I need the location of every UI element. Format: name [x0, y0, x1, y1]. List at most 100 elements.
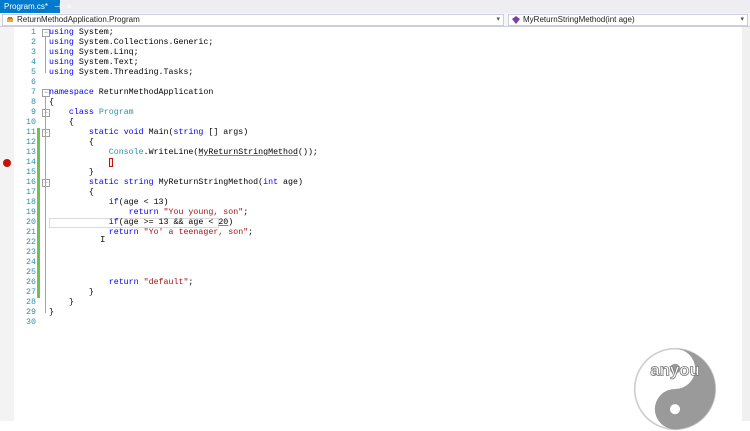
- code-line[interactable]: 1− using System;: [0, 28, 750, 38]
- line-number: 28: [26, 298, 36, 307]
- code-token: }: [49, 298, 74, 307]
- change-marker: [37, 238, 40, 248]
- code-text: using System;: [49, 28, 114, 38]
- change-marker: [37, 158, 40, 168]
- code-editor[interactable]: 1− using System; 2 using System.Collections…: [0, 27, 750, 431]
- code-line[interactable]: 26 return "default";: [0, 278, 750, 288]
- line-number: 12: [26, 138, 36, 147]
- keyword-token: void: [123, 128, 144, 137]
- code-line[interactable]: 10 {: [0, 118, 750, 128]
- code-token: (age < 13): [118, 198, 169, 207]
- code-text: namespace ReturnMethodApplication: [49, 88, 213, 98]
- code-token: (age >= 13 && age <: [118, 218, 219, 227]
- line-number: 7: [31, 88, 36, 97]
- change-marker: [37, 248, 40, 258]
- code-text: using System.Threading.Tasks;: [49, 68, 193, 78]
- line-number: 23: [26, 248, 36, 257]
- code-line[interactable]: 5 using System.Threading.Tasks;: [0, 68, 750, 78]
- code-line[interactable]: 9− class Program: [0, 108, 750, 118]
- code-line[interactable]: 20 if(age >= 13 && age < 20): [0, 218, 750, 228]
- line-number: 17: [26, 188, 36, 197]
- code-line[interactable]: 11− static void Main(string [] args): [0, 128, 750, 138]
- navigation-bar: ReturnMethodApplication.Program ▾ MyRetu…: [0, 13, 750, 27]
- line-number: 16: [26, 178, 36, 187]
- code-text: using System.Collections.Generic;: [49, 38, 213, 48]
- code-line[interactable]: 25: [0, 268, 750, 278]
- line-number: 21: [26, 228, 36, 237]
- keyword-token: return: [128, 208, 159, 217]
- code-token: }: [49, 288, 94, 297]
- code-line[interactable]: 27 }: [0, 288, 750, 298]
- line-number: 2: [31, 38, 36, 47]
- code-line[interactable]: 3 using System.Linq;: [0, 48, 750, 58]
- code-token: ReturnMethodApplication: [98, 88, 214, 97]
- code-token: age): [283, 178, 303, 187]
- code-token: System.Threading.Tasks;: [78, 68, 194, 77]
- code-line[interactable]: 30: [0, 318, 750, 328]
- line-number: 13: [26, 148, 36, 157]
- keyword-token: using: [49, 38, 74, 47]
- change-marker: [37, 288, 40, 298]
- code-line[interactable]: 22: [0, 238, 750, 248]
- code-line[interactable]: 14: [0, 158, 750, 168]
- code-line[interactable]: 6: [0, 78, 750, 88]
- code-text: using System.Linq;: [49, 48, 139, 58]
- chevron-down-icon: ▾: [496, 16, 500, 23]
- type-dropdown[interactable]: ReturnMethodApplication.Program ▾: [2, 14, 504, 26]
- line-number: 18: [26, 198, 36, 207]
- code-line[interactable]: 18 if(age < 13): [0, 198, 750, 208]
- keyword-token: string: [173, 128, 204, 137]
- code-line[interactable]: 13 Console.WriteLine(MyReturnStringMetho…: [0, 148, 750, 158]
- code-line[interactable]: 2 using System.Collections.Generic;: [0, 38, 750, 48]
- tab-program-cs[interactable]: Program.cs* ⊣ ×: [0, 0, 72, 13]
- code-line[interactable]: 21 return "Yo' a teenager, son";: [0, 228, 750, 238]
- line-number: 4: [31, 58, 36, 67]
- close-icon[interactable]: ×: [67, 0, 72, 13]
- code-line[interactable]: 29}: [0, 308, 750, 318]
- vertical-scrollbar[interactable]: [742, 27, 750, 421]
- code-text: return "Yo' a teenager, son";: [49, 228, 253, 238]
- code-line[interactable]: 4 using System.Text;: [0, 58, 750, 68]
- line-number: 5: [31, 68, 36, 77]
- code-line[interactable]: 24: [0, 258, 750, 268]
- text-caret: [108, 158, 113, 167]
- code-line[interactable]: 7− namespace ReturnMethodApplication: [0, 88, 750, 98]
- line-number: 10: [26, 118, 36, 127]
- tab-title: Program.cs*: [4, 2, 49, 11]
- code-token: System.Collections.Generic;: [78, 38, 214, 47]
- code-text: if(age >= 13 && age < 20): [49, 218, 234, 228]
- code-line[interactable]: 23: [0, 248, 750, 258]
- keyword-token: class: [68, 108, 94, 117]
- code-line[interactable]: 16− static string MyReturnStringMethod(i…: [0, 178, 750, 188]
- code-token: MyReturnStringMethod(: [158, 178, 264, 187]
- class-icon: [6, 16, 14, 24]
- change-marker: [37, 188, 40, 198]
- code-line[interactable]: 19 return "You young, son";: [0, 208, 750, 218]
- type-token: Program: [98, 108, 134, 117]
- change-marker: [37, 208, 40, 218]
- code-text: {: [49, 118, 74, 128]
- code-token: {: [49, 138, 94, 147]
- change-marker: [37, 218, 40, 228]
- code-line[interactable]: 28 }: [0, 298, 750, 308]
- code-token: ): [228, 218, 234, 227]
- member-dropdown[interactable]: MyReturnStringMethod(int age) ▾: [508, 14, 748, 26]
- code-line[interactable]: 8{: [0, 98, 750, 108]
- code-line[interactable]: 12 {: [0, 138, 750, 148]
- change-marker: [37, 228, 40, 238]
- breakpoint-icon[interactable]: [3, 159, 11, 167]
- keyword-token: int: [263, 178, 279, 187]
- pin-icon[interactable]: ⊣: [54, 0, 61, 13]
- change-marker: [37, 198, 40, 208]
- code-line[interactable]: 15 }: [0, 168, 750, 178]
- line-number: 14: [26, 158, 36, 167]
- code-line[interactable]: 17 {: [0, 188, 750, 198]
- keyword-token: string: [123, 178, 154, 187]
- code-text: }: [49, 308, 54, 318]
- keyword-token: static: [88, 178, 119, 187]
- line-number: 24: [26, 258, 36, 267]
- keyword-token: using: [49, 48, 74, 57]
